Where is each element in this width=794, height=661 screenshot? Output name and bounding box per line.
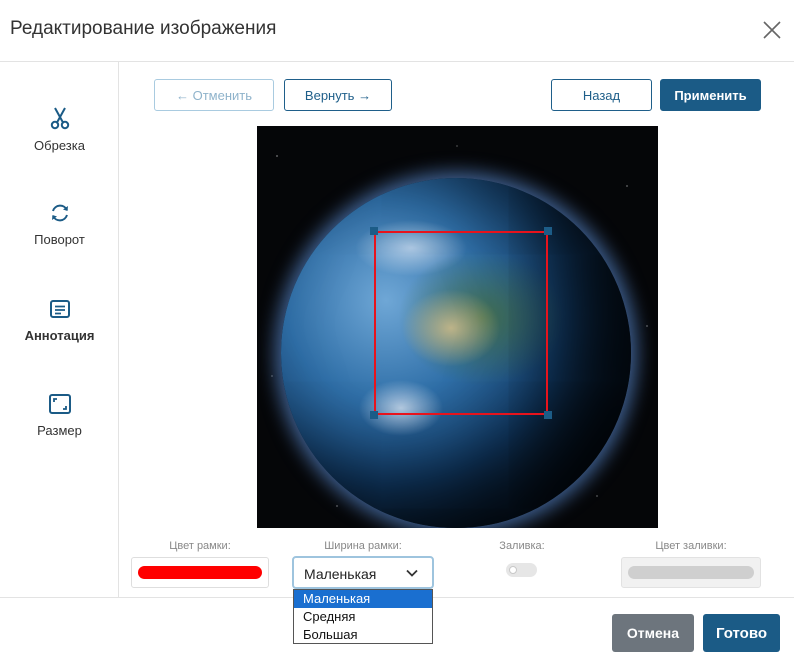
border-color-swatch — [138, 566, 262, 579]
resize-handle-top-right[interactable] — [544, 227, 552, 235]
option-large[interactable]: Большая — [294, 626, 432, 644]
apply-button[interactable]: Применить — [660, 79, 761, 111]
rotate-icon — [0, 202, 119, 224]
sidebar-item-label: Поворот — [34, 232, 85, 247]
done-button[interactable]: Готово — [703, 614, 780, 652]
sidebar-item-label: Обрезка — [34, 138, 85, 153]
resize-handle-bottom-left[interactable] — [370, 411, 378, 419]
cancel-button[interactable]: Отмена — [612, 614, 694, 652]
border-width-select[interactable]: Маленькая — [292, 556, 434, 589]
annotation-icon — [0, 298, 119, 320]
dialog-header: Редактирование изображения — [0, 0, 794, 62]
fill-color-swatch — [628, 566, 754, 579]
annotation-rectangle[interactable] — [374, 231, 548, 415]
sidebar-item-label: Аннотация — [24, 328, 95, 343]
fill-color-picker — [621, 557, 761, 588]
border-width-value: Маленькая — [304, 566, 377, 582]
sidebar-item-resize[interactable]: Размер — [0, 393, 119, 438]
fill-color-label: Цвет заливки: — [655, 540, 727, 552]
resize-handle-bottom-right[interactable] — [544, 411, 552, 419]
tool-sidebar: Обрезка Поворот Аннотация Размер — [0, 62, 119, 597]
sidebar-item-annotation[interactable]: Аннотация — [0, 298, 119, 343]
border-color-label: Цвет рамки: — [169, 540, 231, 552]
close-icon[interactable] — [760, 18, 784, 42]
sidebar-item-rotate[interactable]: Поворот — [0, 202, 119, 247]
resize-handle-top-left[interactable] — [370, 227, 378, 235]
toggle-knob — [509, 566, 517, 574]
back-button[interactable]: Назад — [551, 79, 652, 111]
sidebar-item-label: Размер — [37, 423, 82, 438]
border-color-picker[interactable] — [131, 557, 269, 588]
fill-toggle[interactable] — [506, 563, 537, 577]
fill-label: Заливка: — [499, 540, 545, 552]
undo-button[interactable]: ← Отменить — [154, 79, 274, 111]
dialog-title: Редактирование изображения — [10, 18, 277, 39]
border-width-label: Ширина рамки: — [324, 540, 402, 552]
resize-icon — [0, 393, 119, 415]
option-medium[interactable]: Средняя — [294, 608, 432, 626]
redo-button[interactable]: Вернуть → — [284, 79, 392, 111]
image-canvas[interactable] — [257, 126, 658, 528]
border-width-options: Маленькая Средняя Большая — [293, 589, 433, 644]
scissors-icon — [0, 106, 119, 130]
option-small[interactable]: Маленькая — [294, 590, 432, 608]
sidebar-item-crop[interactable]: Обрезка — [0, 106, 119, 153]
